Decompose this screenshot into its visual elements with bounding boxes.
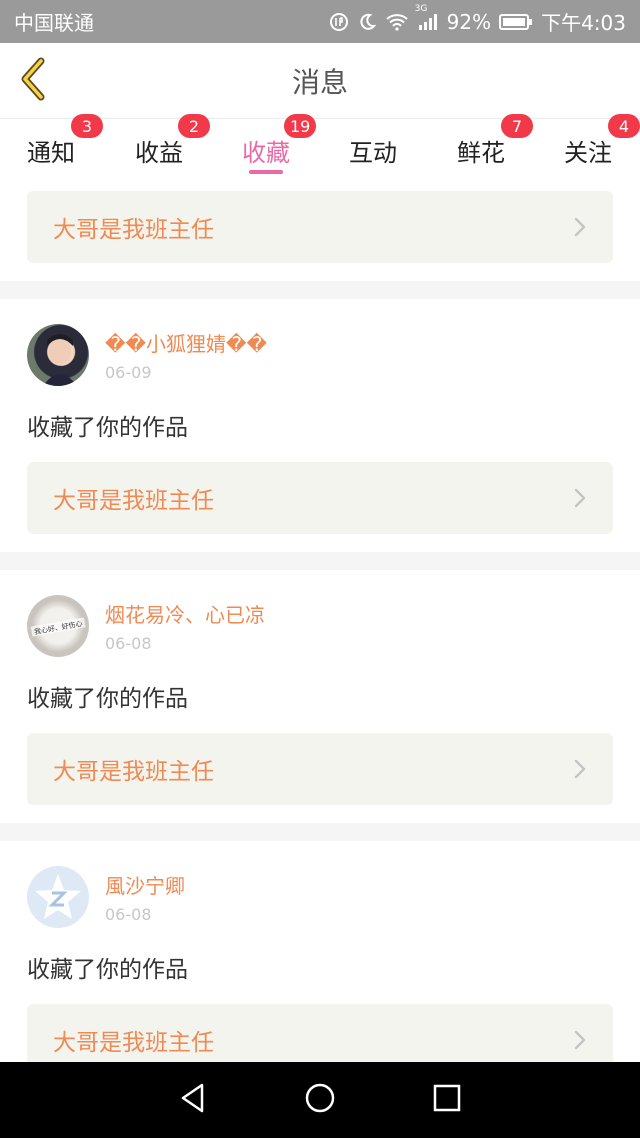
date: 06-08 [105,634,152,653]
moon-icon [357,12,377,32]
network-type-label: 3G [414,3,428,14]
list-item: 風沙宁卿 06-08 收藏了你的作品 大哥是我班主任 [0,841,640,1062]
battery-percent: 92% [446,9,492,34]
avatar[interactable]: 我心好、好伤心 [27,595,89,657]
data-saver-icon [329,12,349,32]
battery-icon [499,13,533,31]
chevron-right-icon [573,758,587,780]
nav-home-button[interactable] [300,1080,340,1120]
count-badge: 3 [71,114,103,138]
system-nav-bar [0,1062,640,1138]
item-header: ��小狐狸婧�� 06-09 [0,299,640,386]
tab-interactions[interactable]: 互动 [323,119,423,181]
tab-flowers[interactable]: 鲜花 7 [431,114,533,181]
chevron-right-icon [573,487,587,509]
tab-label: 通知 [27,138,75,167]
work-link[interactable]: 大哥是我班主任 [27,191,613,263]
tab-notifications[interactable]: 通知 3 [1,114,103,181]
chevron-right-icon [573,216,587,238]
action-text: 收藏了你的作品 [27,957,188,983]
tab-earnings[interactable]: 收益 2 [109,114,210,181]
recents-square-icon [432,1083,462,1117]
work-title: 大哥是我班主任 [53,1030,214,1056]
username[interactable]: ��小狐狸婧�� [105,328,267,357]
username[interactable]: 烟花易冷、心已凉 [105,599,265,628]
tab-label: 关注 [564,138,612,167]
wifi-icon [385,12,409,32]
tab-favorites[interactable]: 收藏 19 [216,114,317,181]
action-text: 收藏了你的作品 [27,686,188,712]
clock: 下午4:03 [541,11,626,35]
work-title: 大哥是我班主任 [53,759,214,785]
action-text: 收藏了你的作品 [27,415,188,441]
count-badge: 4 [608,114,640,138]
date: 06-08 [105,905,152,924]
item-header: 風沙宁卿 06-08 [0,841,640,928]
work-link[interactable]: 大哥是我班主任 [27,462,613,534]
active-tab-indicator [249,170,283,174]
list-item: 我心好、好伤心 烟花易冷、心已凉 06-08 收藏了你的作品 大哥是我班主任 [0,570,640,823]
nav-recents-button[interactable] [427,1080,467,1120]
tab-label: 鲜花 [457,138,505,167]
tab-label: 收益 [135,138,183,167]
back-triangle-icon [178,1082,208,1118]
username[interactable]: 風沙宁卿 [105,870,185,899]
user-meta: 風沙宁卿 06-08 [105,870,185,924]
tab-follows[interactable]: 关注 4 [538,114,640,181]
home-circle-icon [304,1082,336,1118]
page-title: 消息 [291,66,348,99]
work-title: 大哥是我班主任 [53,488,214,514]
count-badge: 2 [178,114,210,138]
work-link[interactable]: 大哥是我班主任 [27,1004,613,1062]
count-badge: 19 [284,114,317,138]
header: 消息 [0,43,640,119]
nav-back-button[interactable] [173,1080,213,1120]
divider [0,552,640,570]
avatar-caption: 我心好、好伤心 [33,619,83,636]
divider [0,281,640,299]
work-title: 大哥是我班主任 [53,217,214,243]
message-list[interactable]: 大哥是我班主任 ��小狐狸婧�� 06-09 收藏了你的作品 大哥是我班主任 我… [0,181,640,1062]
status-icons: 3G 92% 下午4:03 [329,4,626,36]
count-badge: 7 [501,114,533,138]
carrier-label: 中国联通 [14,11,94,35]
user-meta: 烟花易冷、心已凉 06-08 [105,599,265,653]
user-meta: ��小狐狸婧�� 06-09 [105,328,267,382]
divider [0,823,640,841]
tab-bar: 通知 3 收益 2 收藏 19 互动 鲜花 7 关注 4 [0,114,640,181]
qzone-star-icon [35,874,81,919]
tab-label: 收藏 [242,138,290,167]
item-header: 我心好、好伤心 烟花易冷、心已凉 06-08 [0,570,640,657]
tab-label: 互动 [349,138,397,167]
date: 06-09 [105,363,152,382]
list-item: ��小狐狸婧�� 06-09 收藏了你的作品 大哥是我班主任 [0,299,640,552]
chevron-right-icon [573,1029,587,1051]
avatar[interactable] [27,866,89,928]
list-item: 大哥是我班主任 [0,181,640,281]
signal-icon: 3G [415,4,439,32]
status-bar: 中国联通 3G 92% 下午4:03 [0,0,640,43]
avatar[interactable] [27,324,89,386]
work-link[interactable]: 大哥是我班主任 [27,733,613,805]
